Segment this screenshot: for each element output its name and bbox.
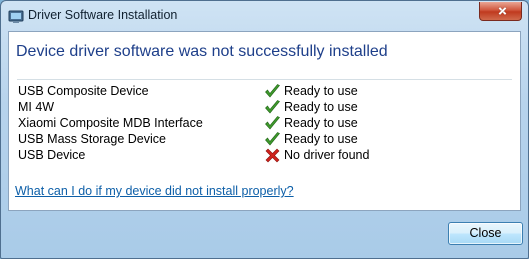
- device-name: USB Mass Storage Device: [18, 132, 166, 146]
- status-text: Ready to use: [284, 116, 358, 130]
- check-icon: [264, 115, 281, 132]
- close-button[interactable]: Close: [448, 222, 523, 245]
- status-text: Ready to use: [284, 132, 358, 146]
- dialog-window: Driver Software Installation Device driv…: [0, 0, 529, 259]
- error-x-icon: [264, 147, 281, 164]
- window-title: Driver Software Installation: [28, 8, 178, 22]
- check-icon: [264, 131, 281, 148]
- status-text: No driver found: [284, 148, 370, 162]
- device-row: USB Device No driver found: [18, 148, 498, 164]
- device-installation-icon: [8, 9, 24, 23]
- device-name: USB Device: [18, 148, 86, 162]
- device-name: Xiaomi Composite MDB Interface: [18, 116, 203, 130]
- device-row: Xiaomi Composite MDB Interface Ready to …: [18, 116, 498, 132]
- dialog-content: Device driver software was not successfu…: [8, 31, 521, 211]
- divider: [17, 79, 512, 80]
- page-title: Device driver software was not successfu…: [16, 43, 388, 60]
- status-text: Ready to use: [284, 84, 358, 98]
- device-row: MI 4W Ready to use: [18, 100, 498, 116]
- status-text: Ready to use: [284, 100, 358, 114]
- device-name: MI 4W: [18, 100, 55, 114]
- help-link[interactable]: What can I do if my device did not insta…: [15, 184, 294, 198]
- device-row: USB Mass Storage Device Ready to use: [18, 132, 498, 148]
- title-bar[interactable]: Driver Software Installation: [1, 1, 528, 31]
- window-close-button[interactable]: [479, 2, 522, 21]
- check-icon: [264, 99, 281, 116]
- device-row: USB Composite Device Ready to use: [18, 84, 498, 100]
- check-icon: [264, 83, 281, 100]
- device-name: USB Composite Device: [18, 84, 149, 98]
